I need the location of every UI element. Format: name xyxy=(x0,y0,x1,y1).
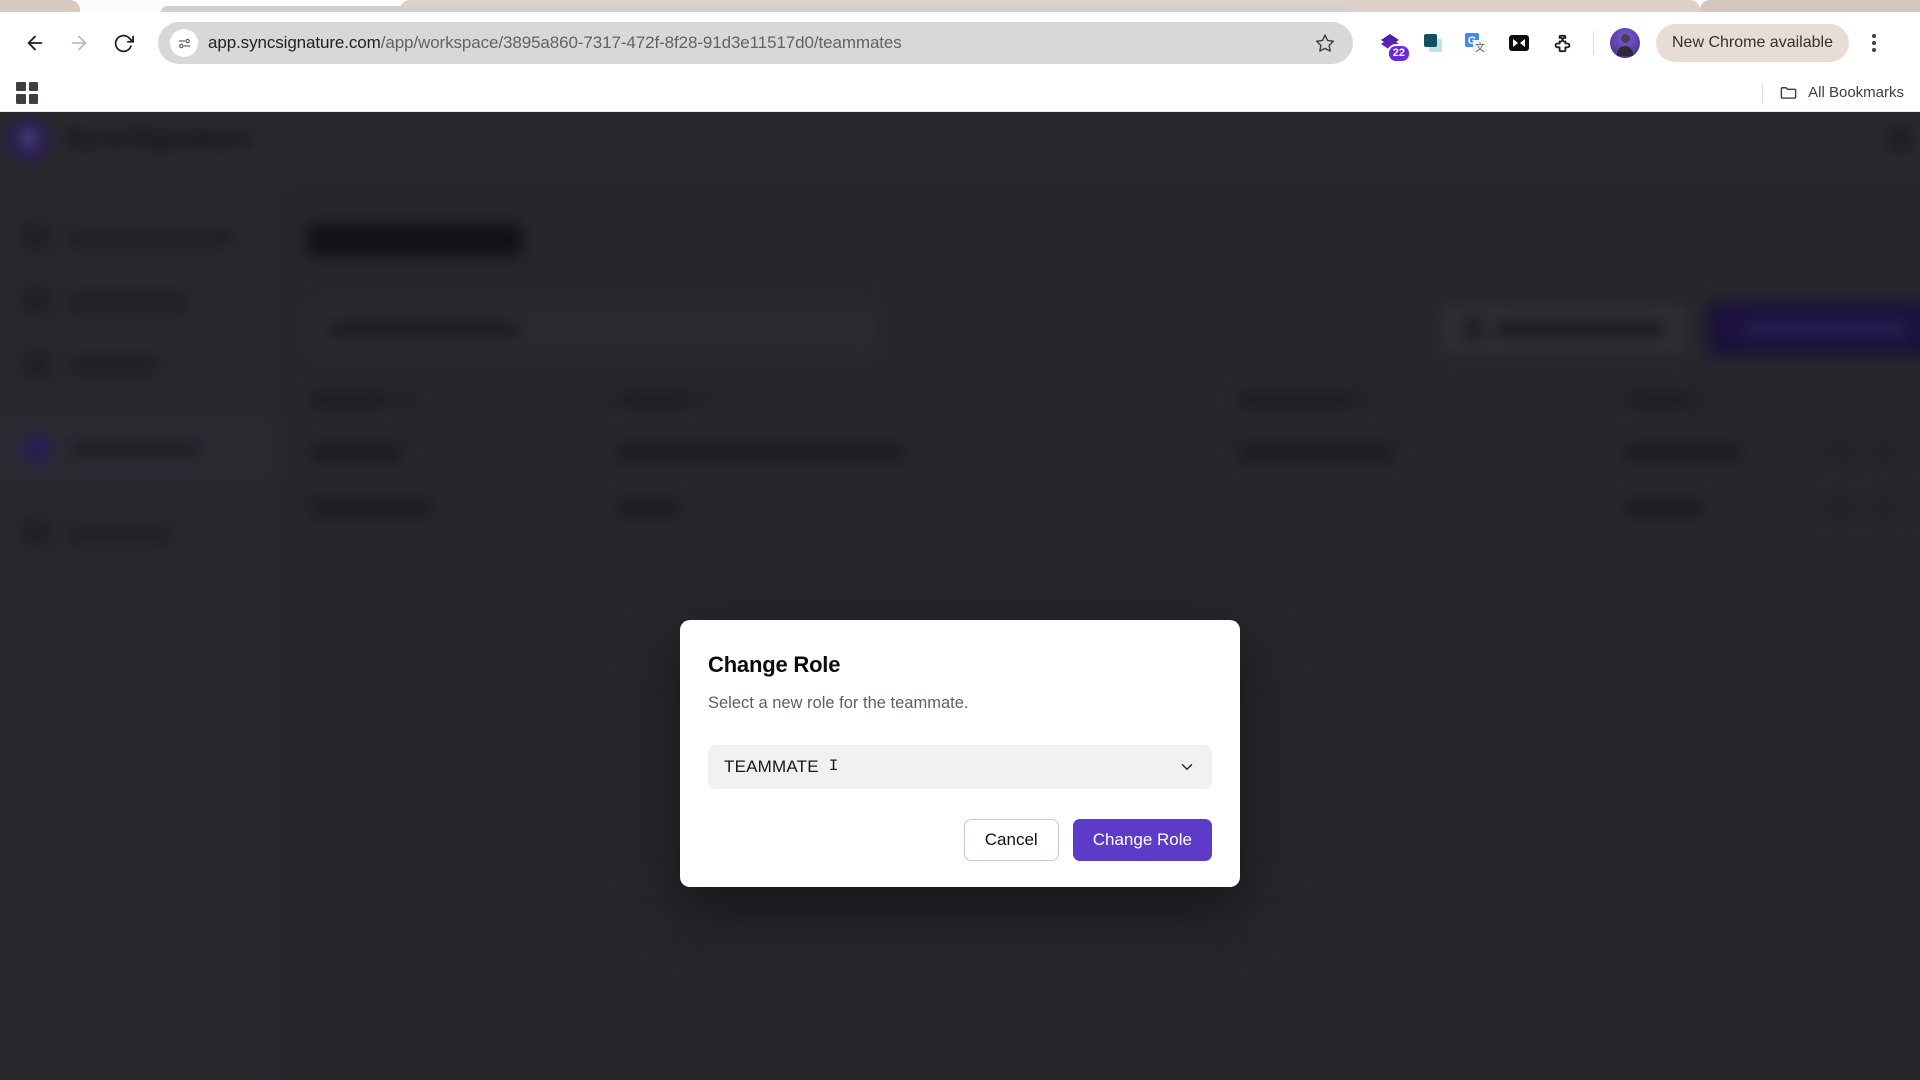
all-bookmarks-label[interactable]: All Bookmarks xyxy=(1808,84,1904,101)
change-role-dialog: Change Role Select a new role for the te… xyxy=(680,620,1240,887)
extension-icon-teal-squares[interactable] xyxy=(1418,28,1448,58)
role-select[interactable]: TEAMMATE I xyxy=(708,745,1212,789)
dialog-description: Select a new role for the teammate. xyxy=(708,694,969,712)
browser-window: app.syncsignature.com/app/workspace/3895… xyxy=(0,0,1920,1080)
tab-strip xyxy=(0,0,1920,12)
chevron-down-icon[interactable] xyxy=(1178,758,1196,776)
web-page: S SyncSignature ⌄ Change Role Select a n… xyxy=(0,112,1920,1080)
back-icon[interactable] xyxy=(16,24,54,62)
kebab-menu-icon[interactable] xyxy=(1859,24,1889,62)
extensions-puzzle-icon[interactable] xyxy=(1547,28,1577,58)
tab-partial-left[interactable] xyxy=(0,0,80,12)
url-host: app.syncsignature.com xyxy=(208,33,381,52)
apps-grid-icon[interactable] xyxy=(16,81,38,104)
text-cursor-icon: I xyxy=(828,757,839,775)
extension-icon-purple-tag[interactable]: 22 xyxy=(1375,28,1411,63)
role-select-value: TEAMMATE xyxy=(724,757,819,776)
extension-icon-black-frame[interactable] xyxy=(1504,28,1534,58)
dialog-actions: Cancel Change Role xyxy=(708,819,1212,861)
folder-icon xyxy=(1780,87,1797,99)
new-chrome-available-button[interactable]: New Chrome available xyxy=(1656,24,1849,62)
url-text[interactable]: app.syncsignature.com/app/workspace/3895… xyxy=(208,33,1311,53)
profile-avatar[interactable] xyxy=(1610,28,1640,58)
svg-text:文: 文 xyxy=(1475,41,1485,54)
tab-partial-right[interactable] xyxy=(1700,0,1920,12)
bookmarks-bar-right: All Bookmarks xyxy=(1762,82,1904,103)
bookmarks-bar: All Bookmarks xyxy=(0,74,1920,112)
google-translate-icon[interactable]: G文 xyxy=(1461,28,1491,58)
extension-toolbar: 22 G文 xyxy=(1375,28,1577,63)
dialog-title: Change Role xyxy=(708,652,841,677)
url-path: /app/workspace/3895a860-7317-472f-8f28-9… xyxy=(380,33,902,52)
forward-icon[interactable] xyxy=(60,24,98,62)
toolbar-divider xyxy=(1593,31,1594,55)
cancel-button[interactable]: Cancel xyxy=(963,819,1059,861)
tab-partial-inactive[interactable] xyxy=(160,6,1350,12)
star-icon[interactable] xyxy=(1311,29,1339,57)
modal-overlay[interactable] xyxy=(0,112,1920,1080)
address-bar[interactable]: app.syncsignature.com/app/workspace/3895… xyxy=(158,22,1353,64)
reload-icon[interactable] xyxy=(104,24,142,62)
site-settings-icon[interactable] xyxy=(170,29,198,57)
extension-badge-count: 22 xyxy=(1386,44,1411,63)
change-role-button[interactable]: Change Role xyxy=(1072,819,1212,861)
browser-toolbar: app.syncsignature.com/app/workspace/3895… xyxy=(0,12,1920,74)
bookmarks-divider xyxy=(1762,82,1764,103)
